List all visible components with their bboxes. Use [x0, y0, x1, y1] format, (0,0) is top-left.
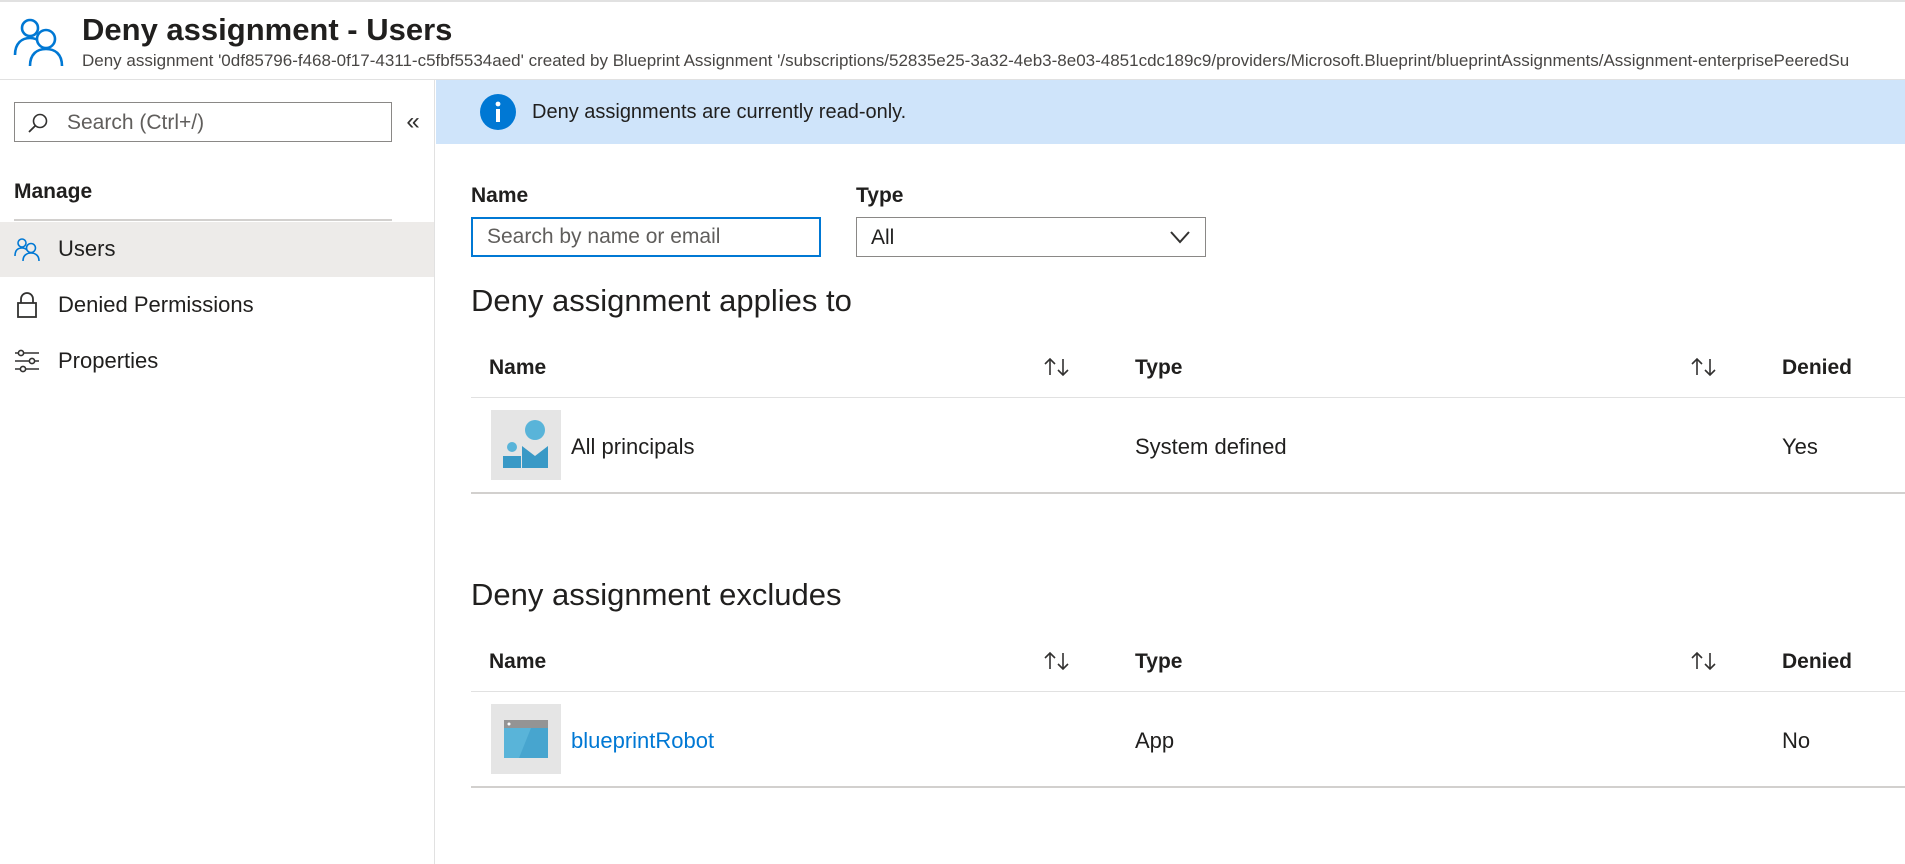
page-title: Deny assignment - Users: [82, 12, 453, 47]
sidebar-item-label: Properties: [58, 348, 159, 373]
column-header-type[interactable]: Type: [1135, 650, 1182, 674]
sort-icon[interactable]: [1689, 649, 1719, 673]
chevron-down-icon: [1170, 231, 1190, 244]
table-row: All principals System defined Yes: [471, 398, 1905, 494]
column-header-name[interactable]: Name: [489, 356, 546, 380]
column-header-type[interactable]: Type: [1135, 356, 1182, 380]
page-subtitle: Deny assignment '0df85796-f468-0f17-4311…: [82, 51, 1850, 70]
collapse-sidebar-button[interactable]: «: [402, 107, 424, 137]
name-filter-label: Name: [471, 184, 529, 207]
applies-to-heading: Deny assignment applies to: [471, 283, 852, 318]
sidebar-search-input[interactable]: Search (Ctrl+/): [14, 102, 392, 142]
banner-text: Deny assignments are currently read-only…: [532, 101, 907, 123]
sidebar-section-manage: Manage: [14, 180, 93, 203]
users-icon: [14, 238, 40, 262]
column-header-name[interactable]: Name: [489, 650, 546, 674]
table-row: blueprintRobot App No: [471, 692, 1905, 788]
row-denied: No: [1782, 728, 1811, 753]
sort-icon[interactable]: [1042, 355, 1072, 379]
row-name: All principals: [571, 434, 695, 459]
users-icon: [13, 18, 64, 67]
search-icon: [28, 113, 48, 133]
sidebar-item-denied-permissions[interactable]: Denied Permissions: [0, 278, 434, 333]
column-header-denied[interactable]: Denied: [1782, 650, 1852, 674]
row-denied: Yes: [1782, 434, 1818, 459]
info-icon: [480, 94, 516, 130]
sidebar-item-label: Denied Permissions: [58, 292, 254, 317]
name-search-input[interactable]: [471, 217, 821, 257]
row-type: System defined: [1135, 434, 1287, 459]
type-filter-value: All: [871, 226, 895, 249]
app-icon: [491, 704, 561, 774]
sidebar-divider: [14, 219, 392, 221]
excludes-table: Name Type Denied blueprintRobot App No: [471, 632, 1905, 788]
sort-icon[interactable]: [1689, 355, 1719, 379]
row-type: App: [1135, 728, 1175, 753]
sort-icon[interactable]: [1042, 649, 1072, 673]
sidebar-item-properties[interactable]: Properties: [0, 334, 434, 389]
lock-icon: [17, 292, 37, 318]
sidebar-item-label: Users: [58, 236, 116, 261]
excludes-heading: Deny assignment excludes: [471, 577, 842, 612]
principals-icon: [491, 410, 561, 480]
info-banner: Deny assignments are currently read-only…: [436, 80, 1905, 144]
table-header: Name Type Denied: [471, 632, 1905, 692]
page-header: Deny assignment - Users Deny assignment …: [0, 0, 1905, 80]
sidebar-search-placeholder: Search (Ctrl+/): [67, 111, 205, 134]
applies-to-table: Name Type Denied All principals System d…: [471, 338, 1905, 494]
table-header: Name Type Denied: [471, 338, 1905, 398]
type-filter-label: Type: [856, 184, 904, 207]
sidebar-item-users[interactable]: Users: [0, 222, 434, 277]
row-name-link[interactable]: blueprintRobot: [571, 728, 714, 754]
column-header-denied[interactable]: Denied: [1782, 356, 1852, 380]
sidebar: Search (Ctrl+/) « Manage Users Denied Pe…: [0, 80, 435, 864]
sliders-icon: [15, 349, 39, 373]
type-filter-dropdown[interactable]: All: [856, 217, 1206, 257]
main-content: Deny assignments are currently read-only…: [436, 80, 1905, 864]
